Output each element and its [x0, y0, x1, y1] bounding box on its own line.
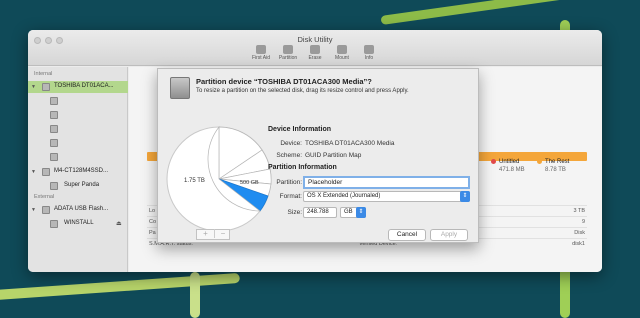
size-label: Size:	[287, 209, 302, 216]
first-aid-icon	[256, 45, 266, 54]
sidebar-item-volume[interactable]	[28, 123, 128, 135]
apply-button[interactable]: Apply	[430, 229, 468, 241]
pie-label-large: 1.75 TB	[184, 178, 205, 184]
erase-button[interactable]: Erase	[302, 45, 328, 61]
add-partition-button[interactable]: +	[197, 229, 214, 238]
sidebar-item-volume[interactable]	[28, 137, 128, 149]
sidebar-item-volume[interactable]	[28, 95, 128, 107]
partition-name-input[interactable]: Placeholder	[303, 176, 470, 189]
first-aid-button[interactable]: First Aid	[248, 45, 274, 61]
volume-icon	[50, 182, 58, 190]
info-button[interactable]: Info	[356, 45, 382, 61]
sidebar-heading-external: External	[34, 194, 55, 200]
disclosure-triangle-icon[interactable]: ▼	[31, 169, 36, 175]
legend-untitled: Untitled 471.8 MB	[491, 159, 525, 173]
hard-disk-icon	[42, 83, 50, 91]
partition-info-title: Partition Information	[268, 164, 337, 171]
titlebar: Disk Utility First Aid Partition Erase M…	[28, 30, 602, 66]
volume-icon	[50, 111, 58, 119]
scheme-value: GUID Partition Map	[305, 152, 362, 159]
volume-icon	[50, 153, 58, 161]
add-remove-control: + −	[196, 229, 230, 240]
format-select[interactable]: OS X Extended (Journaled) ⇕	[303, 191, 470, 202]
legend-the-rest: The Rest 8.78 TB	[537, 159, 569, 173]
device-info-title: Device Information	[268, 126, 332, 133]
usb-disk-icon	[42, 206, 50, 214]
select-arrows-icon: ⇕	[460, 191, 470, 202]
erase-icon	[310, 45, 320, 54]
partition-sheet: Partition device “TOSHIBA DT01ACA300 Med…	[157, 68, 479, 243]
format-label: Format:	[279, 193, 302, 200]
sidebar-item-volume[interactable]	[28, 151, 128, 163]
disclosure-triangle-icon[interactable]: ▼	[31, 207, 36, 213]
select-arrows-icon: ⇕	[356, 207, 366, 218]
volume-icon	[50, 125, 58, 133]
legend-swatch	[537, 159, 542, 164]
volume-icon	[50, 97, 58, 105]
sidebar-item-super-panda[interactable]: Super Panda	[28, 180, 128, 192]
volume-icon	[50, 220, 58, 228]
mount-button[interactable]: Mount	[329, 45, 355, 61]
sidebar-item-adata[interactable]: ▼ ADATA USB Flash...	[28, 204, 128, 216]
sheet-heading: Partition device “TOSHIBA DT01ACA300 Med…	[196, 77, 372, 86]
partition-icon	[283, 45, 293, 54]
size-unit-select[interactable]: GB ⇕	[340, 207, 366, 218]
eject-icon[interactable]: ⏏	[116, 220, 122, 227]
sheet-subheading: To resize a partition on the selected di…	[196, 88, 409, 94]
device-label: Device:	[280, 140, 302, 147]
sidebar-heading-internal: Internal	[34, 71, 53, 77]
disclosure-triangle-icon[interactable]: ▼	[31, 84, 36, 90]
partition-button[interactable]: Partition	[275, 45, 301, 61]
info-icon	[364, 45, 374, 54]
sidebar: Internal ▼ TOSHIBA DT01ACA... ▼ M4-CT128…	[28, 67, 128, 272]
partition-label: Partition:	[276, 179, 302, 186]
sidebar-item-m4[interactable]: ▼ M4-CT128M4SSD...	[28, 166, 128, 178]
hard-disk-icon	[170, 77, 190, 99]
sidebar-item-toshiba[interactable]: ▼ TOSHIBA DT01ACA...	[28, 81, 128, 93]
mount-icon	[337, 45, 347, 54]
cancel-button[interactable]: Cancel	[388, 229, 426, 241]
device-value: TOSHIBA DT01ACA300 Media	[305, 140, 395, 147]
background-stripe	[190, 272, 200, 318]
remove-partition-button[interactable]: −	[214, 229, 231, 238]
background-stripe	[380, 0, 610, 25]
size-input[interactable]: 248.788	[303, 207, 337, 218]
window-title: Disk Utility	[297, 35, 333, 44]
sidebar-item-volume[interactable]	[28, 109, 128, 121]
background-stripe	[0, 272, 241, 302]
scheme-label: Scheme:	[276, 152, 302, 159]
hard-disk-icon	[42, 168, 50, 176]
legend-swatch	[491, 159, 496, 164]
volume-icon	[50, 139, 58, 147]
sidebar-item-winstall[interactable]: WINSTALL ⏏	[28, 218, 128, 230]
